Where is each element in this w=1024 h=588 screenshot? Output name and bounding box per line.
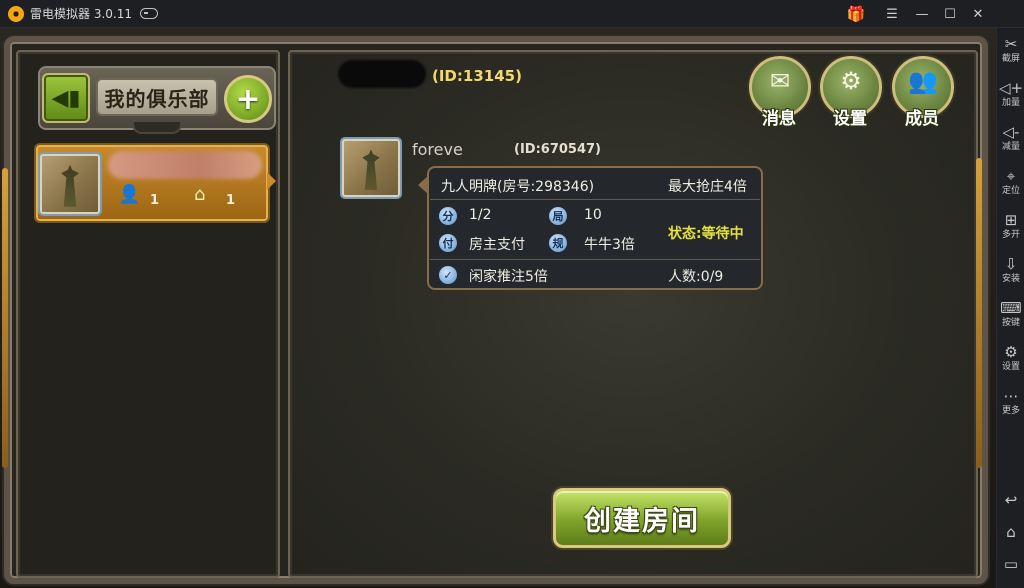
apk-install-icon: ⇩ [1004, 255, 1018, 273]
club-avatar [38, 152, 102, 216]
room-owner-name: foreve [412, 140, 463, 159]
menu-icon[interactable]: ☰ [882, 4, 902, 24]
back-icon: ◀▮ [51, 85, 81, 111]
sidebar-item-location[interactable]: ⌖ 定位 [997, 168, 1024, 197]
left-rail-decoration [2, 168, 8, 468]
nav-home-button[interactable]: ⌂ [997, 524, 1024, 542]
gear-icon: ⚙ [840, 67, 862, 95]
home-icon: ⌂ [1006, 523, 1016, 541]
sidebar-item-more[interactable]: ⋯ 更多 [997, 388, 1024, 417]
members-label: 成员 [905, 109, 939, 129]
more-icon: ⋯ [1003, 387, 1019, 405]
club-name-redacted [108, 151, 262, 179]
rounds-icon: 局 [549, 207, 567, 225]
sidebar-item-install[interactable]: ⇩ 安装 [997, 256, 1024, 285]
room-payment: 房主支付 [469, 237, 525, 253]
back-button[interactable]: ◀▮ [42, 73, 90, 123]
settings-icon: ⚙ [1004, 343, 1018, 361]
emulator-logo-icon [8, 5, 24, 22]
close-icon[interactable]: ✕ [968, 4, 988, 24]
volume-up-icon: ◁+ [998, 79, 1024, 97]
room-card-divider [430, 199, 760, 200]
scissors-icon: ✂ [1004, 35, 1018, 53]
back-arrow-icon: ↩ [1004, 491, 1018, 509]
emulator-titlebar: 雷电模拟器 3.0.11 🎁 ☰ — ☐ ✕ [0, 0, 1024, 28]
room-owner-id: (ID:670547) [514, 142, 601, 157]
plus-icon: + [235, 81, 261, 117]
multi-open-icon: ⊞ [1004, 211, 1018, 229]
room-rounds: 10 [584, 207, 602, 223]
sidebar-item-keymap[interactable]: ⌨ 按键 [997, 300, 1024, 329]
room-count: 1 [226, 193, 236, 208]
selected-arrow-icon [267, 172, 276, 190]
club-title: 我的俱乐部 [104, 86, 210, 111]
gift-icon[interactable]: 🎁 [846, 4, 866, 24]
header-decoration [132, 122, 182, 134]
sidebar-item-volume-up[interactable]: ◁+ 加量 [997, 80, 1024, 109]
room-push-rule: 闲家推注5倍 [469, 269, 548, 285]
room-status: 状态:等待中 [668, 226, 744, 242]
room-owner-avatar [340, 137, 402, 199]
room-card-divider [430, 259, 760, 260]
nav-recent-button[interactable]: ▭ [997, 556, 1024, 574]
owner-id: (ID:13145) [432, 67, 522, 85]
rule-icon: 规 [549, 234, 567, 252]
check-icon: ✓ [439, 266, 457, 284]
sidebar-item-settings[interactable]: ⚙ 设置 [997, 344, 1024, 373]
sidebar-item-screenshot[interactable]: ✂ 截屏 [997, 36, 1024, 65]
minimize-icon[interactable]: — [912, 4, 932, 24]
score-icon: 分 [439, 207, 457, 225]
emulator-title: 雷电模拟器 3.0.11 [30, 7, 132, 21]
right-rail-decoration [976, 158, 982, 468]
home-icon: ⌂ [194, 184, 206, 205]
club-title-box: 我的俱乐部 [96, 78, 218, 116]
room-title: 九人明牌(房号:298346) [441, 179, 595, 195]
recent-apps-icon: ▭ [1003, 555, 1019, 573]
create-room-label: 创建房间 [584, 505, 700, 537]
create-room-button[interactable]: 创建房间 [553, 488, 731, 548]
payment-icon: 付 [439, 234, 457, 252]
volume-down-icon: ◁- [1002, 123, 1020, 141]
messages-label: 消息 [762, 109, 796, 129]
sidebar-item-multi-open[interactable]: ⊞ 多开 [997, 212, 1024, 241]
member-count: 1 [150, 193, 160, 208]
add-club-button[interactable]: + [224, 75, 272, 123]
room-max-banker: 最大抢庄4倍 [668, 179, 747, 195]
nav-back-button[interactable]: ↩ [997, 492, 1024, 510]
room-player-count: 人数:0/9 [668, 269, 724, 285]
maximize-icon[interactable]: ☐ [940, 4, 960, 24]
mail-icon: ✉ [769, 67, 791, 95]
sidebar-item-volume-down[interactable]: ◁- 减量 [997, 124, 1024, 153]
member-icon: 👤 [118, 184, 141, 205]
room-rule: 牛牛3倍 [584, 237, 635, 253]
keyboard-icon: ⌨ [1000, 299, 1022, 317]
owner-name-redacted [338, 60, 426, 88]
emulator-sidebar: ✂ 截屏 ◁+ 加量 ◁- 减量 ⌖ 定位 ⊞ 多开 ⇩ 安装 ⌨ 按键 ⚙ 设… [996, 28, 1024, 588]
location-icon: ⌖ [1006, 167, 1016, 185]
members-icon: 👥 [908, 67, 938, 95]
settings-label: 设置 [833, 109, 867, 129]
gamepad-icon[interactable] [139, 8, 158, 19]
room-score: 1/2 [469, 207, 492, 223]
